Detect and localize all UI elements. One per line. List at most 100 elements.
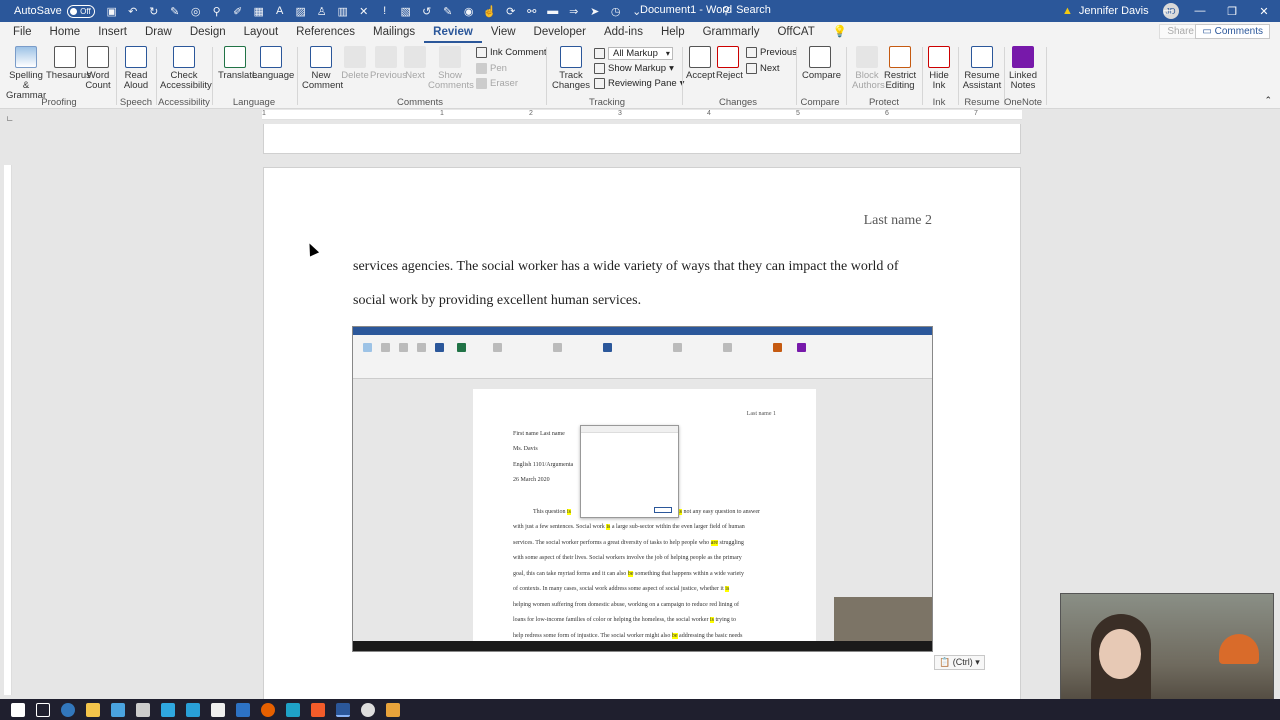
restore-icon[interactable]: ❐: [1216, 0, 1248, 22]
read-aloud-button[interactable]: Read Aloud: [122, 46, 150, 91]
app-icon[interactable]: [286, 702, 300, 717]
track-changes-button[interactable]: Track Changes: [552, 46, 590, 91]
undo-icon[interactable]: ↶: [126, 4, 140, 18]
save-icon[interactable]: ▣: [105, 4, 119, 18]
tab-selector[interactable]: ∟: [0, 110, 16, 123]
image-icon[interactable]: ▨: [294, 4, 308, 18]
ribbon-display-icon[interactable]: ▭: [1152, 0, 1184, 22]
tab-references[interactable]: References: [287, 22, 364, 43]
eye-icon[interactable]: ◉: [462, 4, 476, 18]
ink-comment-button[interactable]: Ink Comment: [476, 47, 547, 58]
document-icon[interactable]: [136, 702, 150, 717]
tab-file[interactable]: File: [4, 22, 41, 43]
windows-start-icon[interactable]: [11, 702, 25, 717]
brave-icon[interactable]: [311, 702, 325, 717]
thesaurus-button[interactable]: Thesaurus: [46, 46, 91, 81]
tab-developer[interactable]: Developer: [525, 22, 595, 43]
chrome-icon[interactable]: [361, 702, 375, 717]
linked-notes-button[interactable]: Linked Notes: [1008, 46, 1038, 91]
edit-icon[interactable]: ✎: [441, 4, 455, 18]
restrict-editing-button[interactable]: Restrict Editing: [884, 46, 916, 91]
task-view-icon[interactable]: [36, 702, 50, 717]
spelling-grammar-button[interactable]: Spelling & Grammar: [6, 46, 46, 101]
app-icon[interactable]: [161, 702, 175, 717]
compare-button[interactable]: Compare: [802, 46, 841, 81]
tab-home[interactable]: Home: [41, 22, 90, 43]
rotate-icon[interactable]: ↺: [420, 4, 434, 18]
comments-button[interactable]: ▭ Comments: [1195, 24, 1270, 39]
tab-help[interactable]: Help: [652, 22, 694, 43]
previous-change-button[interactable]: Previous: [746, 47, 797, 58]
hide-ink-button[interactable]: Hide Ink: [926, 46, 952, 91]
delete-comment-button[interactable]: Delete: [340, 46, 370, 81]
tab-design[interactable]: Design: [181, 22, 235, 43]
embedded-screenshot[interactable]: Last name 1 First name Last name Ms. Dav…: [352, 326, 933, 652]
check-accessibility-button[interactable]: Check Accessibility: [160, 46, 212, 91]
next-comment-button[interactable]: Next: [402, 46, 428, 81]
language-button[interactable]: Language: [252, 46, 294, 81]
mail-icon[interactable]: [111, 702, 125, 717]
app-icon[interactable]: [211, 702, 225, 717]
markup-select[interactable]: All Markup: [594, 47, 673, 60]
search-box[interactable]: ⚲ Search: [722, 4, 771, 17]
reject-button[interactable]: Reject: [716, 46, 743, 81]
tab-insert[interactable]: Insert: [89, 22, 136, 43]
next-change-button[interactable]: Next: [746, 63, 780, 74]
columns-icon[interactable]: ▥: [336, 4, 350, 18]
word-count-button[interactable]: Word Count: [84, 46, 112, 91]
new-comment-button[interactable]: New Comment: [302, 46, 343, 91]
block-authors-button[interactable]: Block Authors: [852, 46, 885, 91]
translate-button[interactable]: Translate: [218, 46, 257, 81]
file-explorer-icon[interactable]: [86, 702, 100, 717]
pen-icon[interactable]: ✐: [231, 4, 245, 18]
tab-review[interactable]: Review: [424, 22, 482, 43]
send-icon[interactable]: ➤: [588, 4, 602, 18]
tab-grammarly[interactable]: Grammarly: [694, 22, 769, 43]
refresh-icon[interactable]: ⟳: [504, 4, 518, 18]
accessibility-icon[interactable]: ◎: [189, 4, 203, 18]
lightbulb-icon[interactable]: 💡: [824, 22, 856, 43]
find-icon[interactable]: ⚲: [210, 4, 224, 18]
tab-offcat[interactable]: OffCAT: [768, 22, 823, 43]
paste-options-button[interactable]: 📋 (Ctrl) ▾: [934, 655, 985, 670]
previous-comment-button[interactable]: Previous: [370, 46, 407, 81]
picture-icon[interactable]: ▧: [399, 4, 413, 18]
show-comments-button[interactable]: Show Comments: [428, 46, 474, 91]
autosave-switch[interactable]: Off: [66, 4, 95, 18]
horizontal-ruler[interactable]: 1 1 2 3 4 5 6 7: [262, 110, 1022, 120]
table-icon[interactable]: ▦: [252, 4, 266, 18]
eraser-button[interactable]: Eraser: [476, 78, 518, 89]
tab-mailings[interactable]: Mailings: [364, 22, 424, 43]
keyboard-icon[interactable]: ▬: [546, 4, 560, 18]
tab-layout[interactable]: Layout: [235, 22, 288, 43]
tab-add-ins[interactable]: Add-ins: [595, 22, 652, 43]
tab-view[interactable]: View: [482, 22, 525, 43]
markup-dropdown[interactable]: All Markup: [608, 47, 673, 60]
arrow-icon[interactable]: ⇒: [567, 4, 581, 18]
previous-page[interactable]: [263, 124, 1021, 154]
exclamation-icon[interactable]: !: [378, 4, 392, 18]
app-icon[interactable]: [186, 702, 200, 717]
word-icon[interactable]: [336, 702, 350, 717]
show-markup-button[interactable]: Show Markup ▾: [594, 63, 674, 74]
autosave-toggle[interactable]: AutoSave Off: [14, 4, 95, 18]
redo-icon[interactable]: ↻: [147, 4, 161, 18]
user-icon[interactable]: ♙: [315, 4, 329, 18]
touch-icon[interactable]: ☝: [483, 4, 497, 18]
pen-button[interactable]: Pen: [476, 63, 507, 74]
accept-button[interactable]: Accept: [686, 46, 715, 81]
collapse-ribbon-icon[interactable]: ⌃: [1264, 95, 1272, 106]
close-window-icon[interactable]: ✕: [1248, 0, 1280, 22]
resume-assistant-button[interactable]: Resume Assistant: [962, 46, 1002, 91]
clock-icon[interactable]: ◷: [609, 4, 623, 18]
close-icon[interactable]: ✕: [357, 4, 371, 18]
text-box-icon[interactable]: A: [273, 4, 287, 18]
vertical-ruler[interactable]: [4, 165, 12, 695]
minimize-icon[interactable]: —: [1184, 0, 1216, 22]
tab-draw[interactable]: Draw: [136, 22, 181, 43]
firefox-icon[interactable]: [261, 702, 275, 717]
app-icon[interactable]: [386, 702, 400, 717]
edge-icon[interactable]: [61, 702, 75, 717]
link-icon[interactable]: ⚯: [525, 4, 539, 18]
reviewing-pane-button[interactable]: Reviewing Pane▾: [594, 78, 684, 89]
